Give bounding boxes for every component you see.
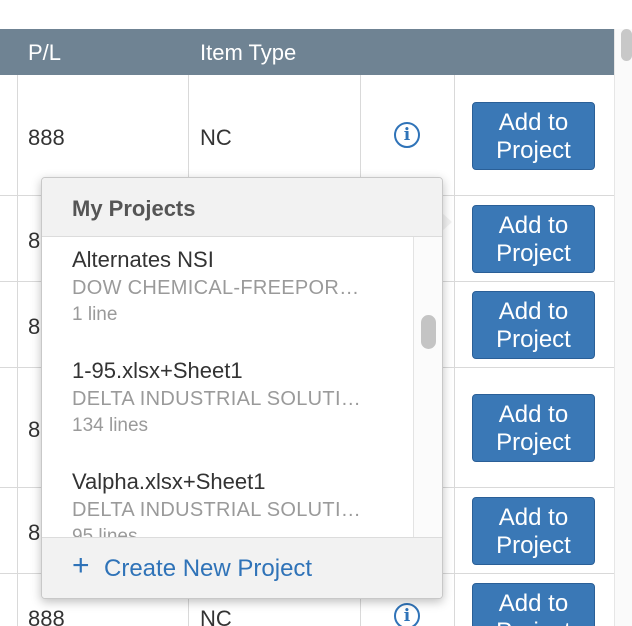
project-customer: DOW CHEMICAL-FREEPOR…: [72, 277, 360, 299]
item-type-cell: NC: [200, 125, 232, 150]
project-name: 1-95.xlsx+Sheet1: [72, 358, 243, 383]
item-type-cell: NC: [200, 606, 232, 626]
pl-cell: 888: [28, 125, 65, 150]
project-name: Valpha.xlsx+Sheet1: [72, 469, 266, 494]
project-customer: DELTA INDUSTRIAL SOLUTI…: [72, 388, 362, 410]
my-projects-popover: My Projects Alternates NSI DOW CHEMICAL-…: [41, 177, 443, 599]
create-new-project-label: Create New Project: [104, 555, 313, 582]
table-header: P/L Item Type: [0, 29, 614, 75]
project-item[interactable]: Alternates NSI DOW CHEMICAL-FREEPOR… 1 l…: [72, 247, 392, 326]
project-name: Alternates NSI: [72, 247, 214, 272]
page: P/L Item Type 888 NC i Add to Project 8 …: [0, 0, 632, 626]
add-to-project-button[interactable]: Add to Project: [472, 291, 595, 359]
add-to-project-button[interactable]: Add to Project: [472, 102, 595, 170]
project-customer: DELTA INDUSTRIAL SOLUTI…: [72, 499, 362, 521]
info-icon[interactable]: i: [394, 122, 420, 148]
project-list-scrollbar-thumb[interactable]: [421, 315, 436, 349]
add-to-project-button[interactable]: Add to Project: [472, 205, 595, 273]
popover-header: My Projects: [42, 178, 442, 237]
add-to-project-button[interactable]: Add to Project: [472, 394, 595, 462]
pl-column-header[interactable]: P/L: [28, 40, 61, 66]
project-line-count: 1 line: [72, 304, 118, 325]
pl-cell: 888: [28, 606, 65, 626]
pl-cell: 8: [28, 228, 41, 253]
item-type-column-header[interactable]: Item Type: [200, 40, 296, 66]
project-item[interactable]: 1-95.xlsx+Sheet1 DELTA INDUSTRIAL SOLUTI…: [72, 358, 392, 437]
create-new-project-button[interactable]: + Create New Project: [42, 537, 442, 598]
page-scrollbar[interactable]: [614, 29, 632, 626]
project-item[interactable]: Valpha.xlsx+Sheet1 DELTA INDUSTRIAL SOLU…: [72, 469, 392, 537]
add-to-project-button[interactable]: Add to Project: [472, 497, 595, 565]
pl-cell: 8: [28, 520, 41, 545]
info-icon[interactable]: i: [394, 603, 420, 626]
plus-icon: +: [72, 549, 90, 582]
add-to-project-button[interactable]: Add to Project: [472, 583, 595, 626]
pl-cell: 8: [28, 314, 41, 339]
project-line-count: 95 lines: [72, 526, 138, 537]
pl-cell: 8: [28, 417, 41, 442]
project-line-count: 134 lines: [72, 415, 149, 436]
project-list[interactable]: Alternates NSI DOW CHEMICAL-FREEPOR… 1 l…: [42, 237, 442, 537]
page-scrollbar-thumb[interactable]: [621, 29, 632, 61]
popover-title: My Projects: [72, 196, 196, 221]
project-list-scrollbar[interactable]: [413, 237, 442, 537]
